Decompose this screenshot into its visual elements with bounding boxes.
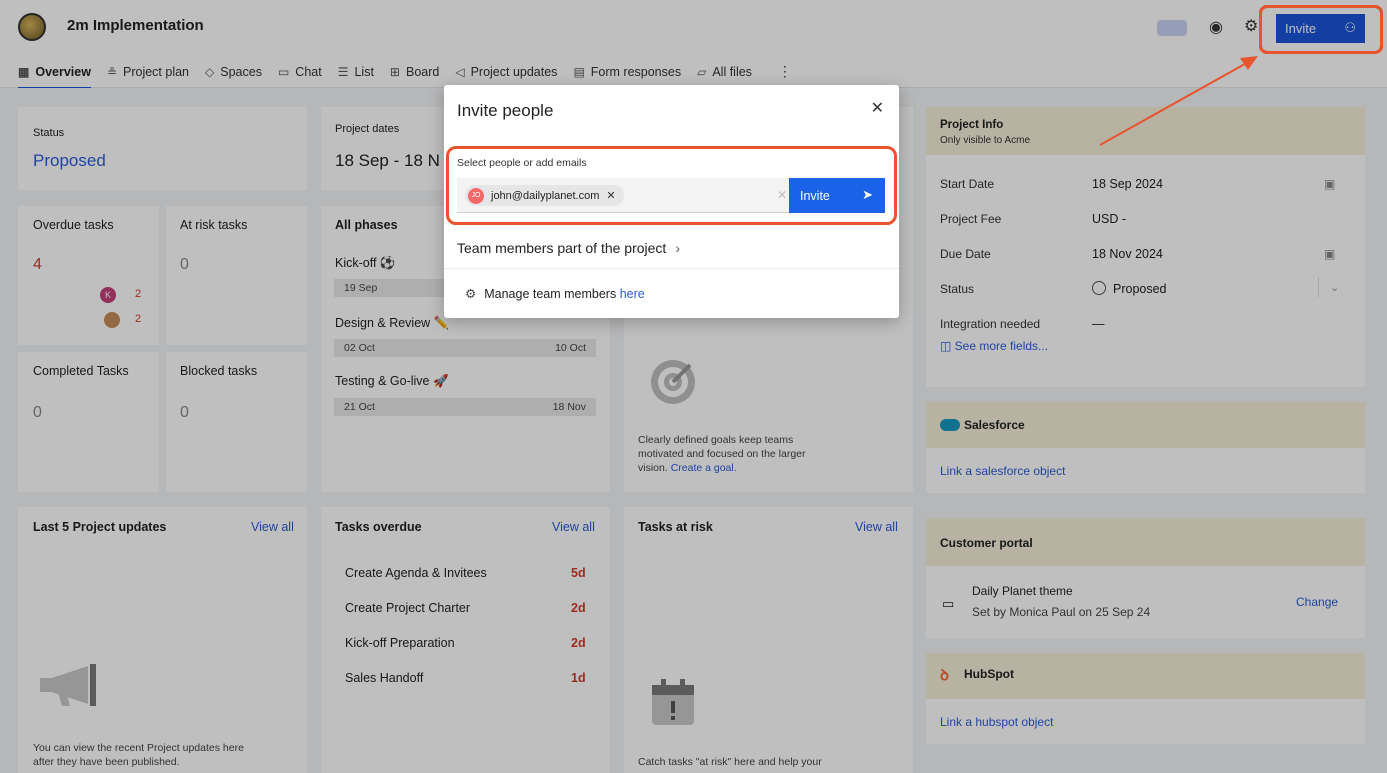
team-members-link[interactable]: Team members part of the project › <box>457 240 680 256</box>
gear-icon: ⚙ <box>465 287 477 301</box>
input-highlight-box <box>446 146 897 225</box>
team-members-label: Team members part of the project <box>457 240 667 256</box>
manage-text: Manage team members <box>484 287 620 301</box>
manage-team-members: ⚙ Manage team members here <box>465 286 645 301</box>
invite-people-modal: Invite people ✕ Select people or add ema… <box>444 85 899 318</box>
modal-title: Invite people <box>457 101 554 120</box>
manage-here-link[interactable]: here <box>620 287 645 301</box>
divider <box>444 268 899 269</box>
invite-highlight-box <box>1259 5 1383 54</box>
chevron-right-icon: › <box>675 240 680 256</box>
close-icon[interactable]: ✕ <box>871 98 884 118</box>
